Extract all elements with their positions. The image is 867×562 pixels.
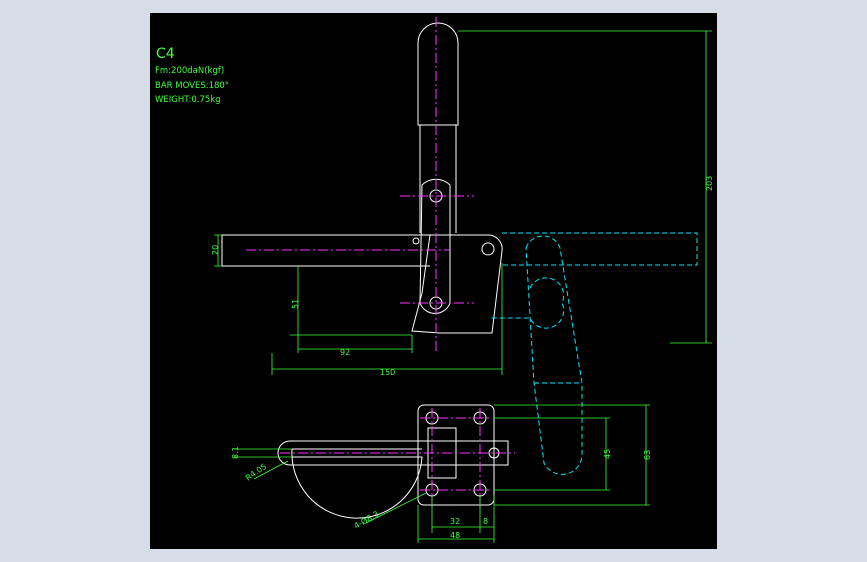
side-view-outline [221, 22, 503, 334]
cad-viewport[interactable]: C4 Fm:200daN(kgf) BAR MOVES:180° WEIGHT:… [150, 13, 717, 549]
slot [291, 448, 423, 519]
pivot-pin-body [481, 242, 495, 256]
plan-view-outline [277, 404, 509, 519]
dimension-lines [214, 30, 712, 543]
dim-bar-dia: 20 [211, 245, 220, 255]
dim-pivot-length: 92 [340, 348, 350, 357]
dim-hole-spec: 4-Ø8.3 [352, 509, 380, 531]
dim-base-height: 63 [643, 450, 652, 460]
ghost-link [490, 277, 565, 329]
dim-base-width: 48 [450, 531, 460, 540]
ghost-bar [502, 232, 698, 266]
ghost-handle [525, 235, 583, 475]
dim-slot-radius: R4.05 [244, 462, 268, 483]
dimension-texts: 203 20 51 92 150 8.1 R4.05 4-Ø8.3 45 63 … [211, 176, 714, 540]
dim-hole-spacing-y: 45 [603, 449, 612, 459]
clamp-body [411, 234, 503, 334]
dim-hole-spacing-x: 32 [450, 517, 460, 526]
centerlines [246, 17, 515, 513]
stop-pin [412, 237, 420, 245]
dim-pivot-height: 51 [291, 299, 300, 309]
clamp-drawing: 203 20 51 92 150 8.1 R4.05 4-Ø8.3 45 63 … [211, 17, 714, 543]
open-position-outline [490, 232, 698, 475]
dim-slot-width: 8.1 [231, 446, 240, 459]
dim-edge-offset: 8 [483, 517, 488, 526]
dim-overall-length: 150 [380, 368, 395, 377]
dim-total-height: 203 [705, 176, 714, 191]
link-body [419, 178, 451, 314]
handle-grip [417, 22, 459, 126]
